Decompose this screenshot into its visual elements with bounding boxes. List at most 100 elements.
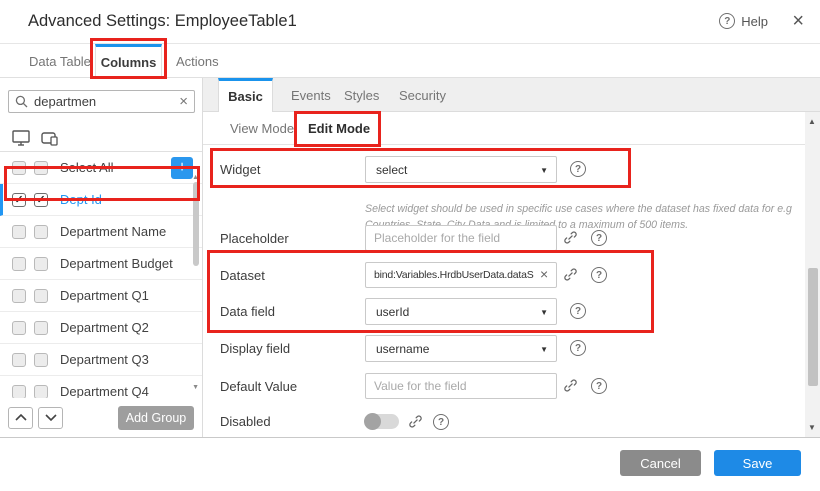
search-icon: [15, 95, 28, 108]
list-item-department-q3[interactable]: Department Q3: [0, 344, 202, 376]
selected-value: username: [376, 342, 429, 356]
column-search[interactable]: ×: [8, 90, 195, 113]
view-checkbox[interactable]: [12, 257, 26, 271]
list-item-dept-id[interactable]: ✓ ✓ Dept Id: [0, 184, 202, 216]
search-clear-icon[interactable]: ×: [179, 94, 188, 109]
edit-checkbox[interactable]: [34, 257, 48, 271]
field-row-disabled: Disabled ?: [203, 408, 805, 436]
help-icon[interactable]: ?: [591, 267, 607, 283]
view-checkbox[interactable]: [12, 289, 26, 303]
list-item-label: Department Name: [60, 224, 166, 239]
bind-link-icon[interactable]: [563, 230, 578, 245]
list-item-label: Department Q3: [60, 352, 149, 367]
sidebar-footer: Add Group: [0, 398, 202, 437]
help-icon[interactable]: ?: [570, 340, 586, 356]
scroll-down-icon[interactable]: ▼: [808, 423, 816, 432]
tab-basic[interactable]: Basic: [218, 78, 273, 112]
move-down-button[interactable]: [38, 407, 63, 429]
move-up-button[interactable]: [8, 407, 33, 429]
tab-data-table[interactable]: Data Table: [25, 44, 95, 78]
help-icon[interactable]: ?: [570, 161, 586, 177]
disabled-toggle[interactable]: [365, 414, 399, 429]
scroll-up-icon[interactable]: ▲: [808, 117, 816, 126]
help-icon[interactable]: ?: [433, 414, 449, 430]
bind-link-icon[interactable]: [408, 414, 423, 429]
panel-scrollbar[interactable]: ▲ ▼: [805, 112, 820, 437]
edit-checkbox[interactable]: [34, 289, 48, 303]
chevron-down-icon: ▼: [540, 308, 548, 317]
chevron-down-icon: ▼: [540, 345, 548, 354]
tab-events[interactable]: Events: [285, 78, 337, 112]
list-item-label: Department Budget: [60, 256, 173, 271]
list-scroll-up-icon[interactable]: ▲: [192, 174, 199, 181]
edit-checkbox[interactable]: [34, 385, 48, 399]
dataset-input[interactable]: [365, 262, 557, 288]
search-input[interactable]: [34, 94, 173, 109]
desktop-icon[interactable]: [12, 130, 31, 146]
field-row-placeholder: Placeholder ?: [203, 225, 805, 253]
cancel-button[interactable]: Cancel: [620, 450, 701, 476]
help-button[interactable]: ? Help: [719, 13, 768, 29]
field-row-data-field: Data field userId ▼ ?: [203, 298, 805, 326]
placeholder-input[interactable]: [365, 225, 557, 251]
tab-view-mode[interactable]: View Mode: [230, 112, 294, 145]
view-checkbox[interactable]: [12, 321, 26, 335]
tab-security[interactable]: Security: [393, 78, 452, 112]
tab-edit-mode[interactable]: Edit Mode: [308, 112, 370, 145]
help-icon[interactable]: ?: [591, 230, 607, 246]
tab-styles[interactable]: Styles: [338, 78, 385, 112]
field-row-widget: Widget select ▼ ? Select widget should b…: [203, 156, 805, 184]
display-field-select[interactable]: username ▼: [365, 335, 557, 362]
data-field-select[interactable]: userId ▼: [365, 298, 557, 325]
column-list: Select All + ✓ ✓ Dept Id Department Name…: [0, 152, 202, 398]
save-button[interactable]: Save: [714, 450, 801, 476]
add-group-button[interactable]: Add Group: [118, 406, 194, 430]
list-scrollbar-thumb[interactable]: [193, 182, 199, 266]
add-column-button[interactable]: +: [171, 157, 193, 179]
widget-select[interactable]: select ▼: [365, 156, 557, 183]
help-icon[interactable]: ?: [591, 378, 607, 394]
bind-link-icon[interactable]: [563, 378, 578, 393]
edit-mode-form: Widget select ▼ ? Select widget should b…: [203, 145, 805, 437]
field-label: Dataset: [220, 268, 265, 283]
view-checkbox[interactable]: ✓: [12, 193, 26, 207]
close-icon[interactable]: ×: [792, 9, 804, 33]
view-checkbox[interactable]: [12, 225, 26, 239]
bind-link-icon[interactable]: [563, 267, 578, 282]
list-item-label: Department Q4: [60, 384, 149, 398]
default-value-input[interactable]: [365, 373, 557, 399]
view-checkbox[interactable]: [12, 385, 26, 399]
view-checkbox[interactable]: [12, 353, 26, 367]
list-item-department-q1[interactable]: Department Q1: [0, 280, 202, 312]
list-item-department-name[interactable]: Department Name: [0, 216, 202, 248]
field-label: Data field: [220, 304, 275, 319]
device-filter-row: [0, 125, 202, 152]
selected-value: userId: [376, 305, 409, 319]
field-label: Placeholder: [220, 231, 289, 246]
list-item-department-q2[interactable]: Department Q2: [0, 312, 202, 344]
tab-actions[interactable]: Actions: [172, 44, 223, 78]
edit-checkbox[interactable]: [34, 225, 48, 239]
field-label: Disabled: [220, 414, 271, 429]
field-row-dataset: Dataset × ?: [203, 262, 805, 290]
list-scroll-down-icon[interactable]: ▼: [192, 384, 199, 391]
advanced-settings-dialog: Advanced Settings: EmployeeTable1 ? Help…: [0, 0, 820, 491]
edit-checkbox[interactable]: ✓: [34, 193, 48, 207]
edit-checkbox[interactable]: [34, 321, 48, 335]
tablet-mobile-icon[interactable]: [41, 131, 60, 146]
help-label: Help: [741, 14, 768, 29]
edit-checkbox[interactable]: [34, 353, 48, 367]
help-icon[interactable]: ?: [570, 303, 586, 319]
mode-tab-bar: View Mode Edit Mode: [203, 112, 805, 145]
scrollbar-thumb[interactable]: [808, 268, 818, 386]
list-item-select-all[interactable]: Select All +: [0, 152, 202, 184]
list-item-department-q4[interactable]: Department Q4: [0, 376, 202, 398]
view-checkbox[interactable]: [12, 161, 26, 175]
main-tab-bar: Data Table Columns Actions: [0, 44, 820, 78]
tab-columns[interactable]: Columns: [95, 44, 162, 78]
properties-tab-bar: Basic Events Styles Security: [203, 78, 820, 112]
clear-value-icon[interactable]: ×: [540, 267, 548, 281]
list-item-department-budget[interactable]: Department Budget: [0, 248, 202, 280]
list-item-label: Dept Id: [60, 192, 102, 207]
edit-checkbox[interactable]: [34, 161, 48, 175]
